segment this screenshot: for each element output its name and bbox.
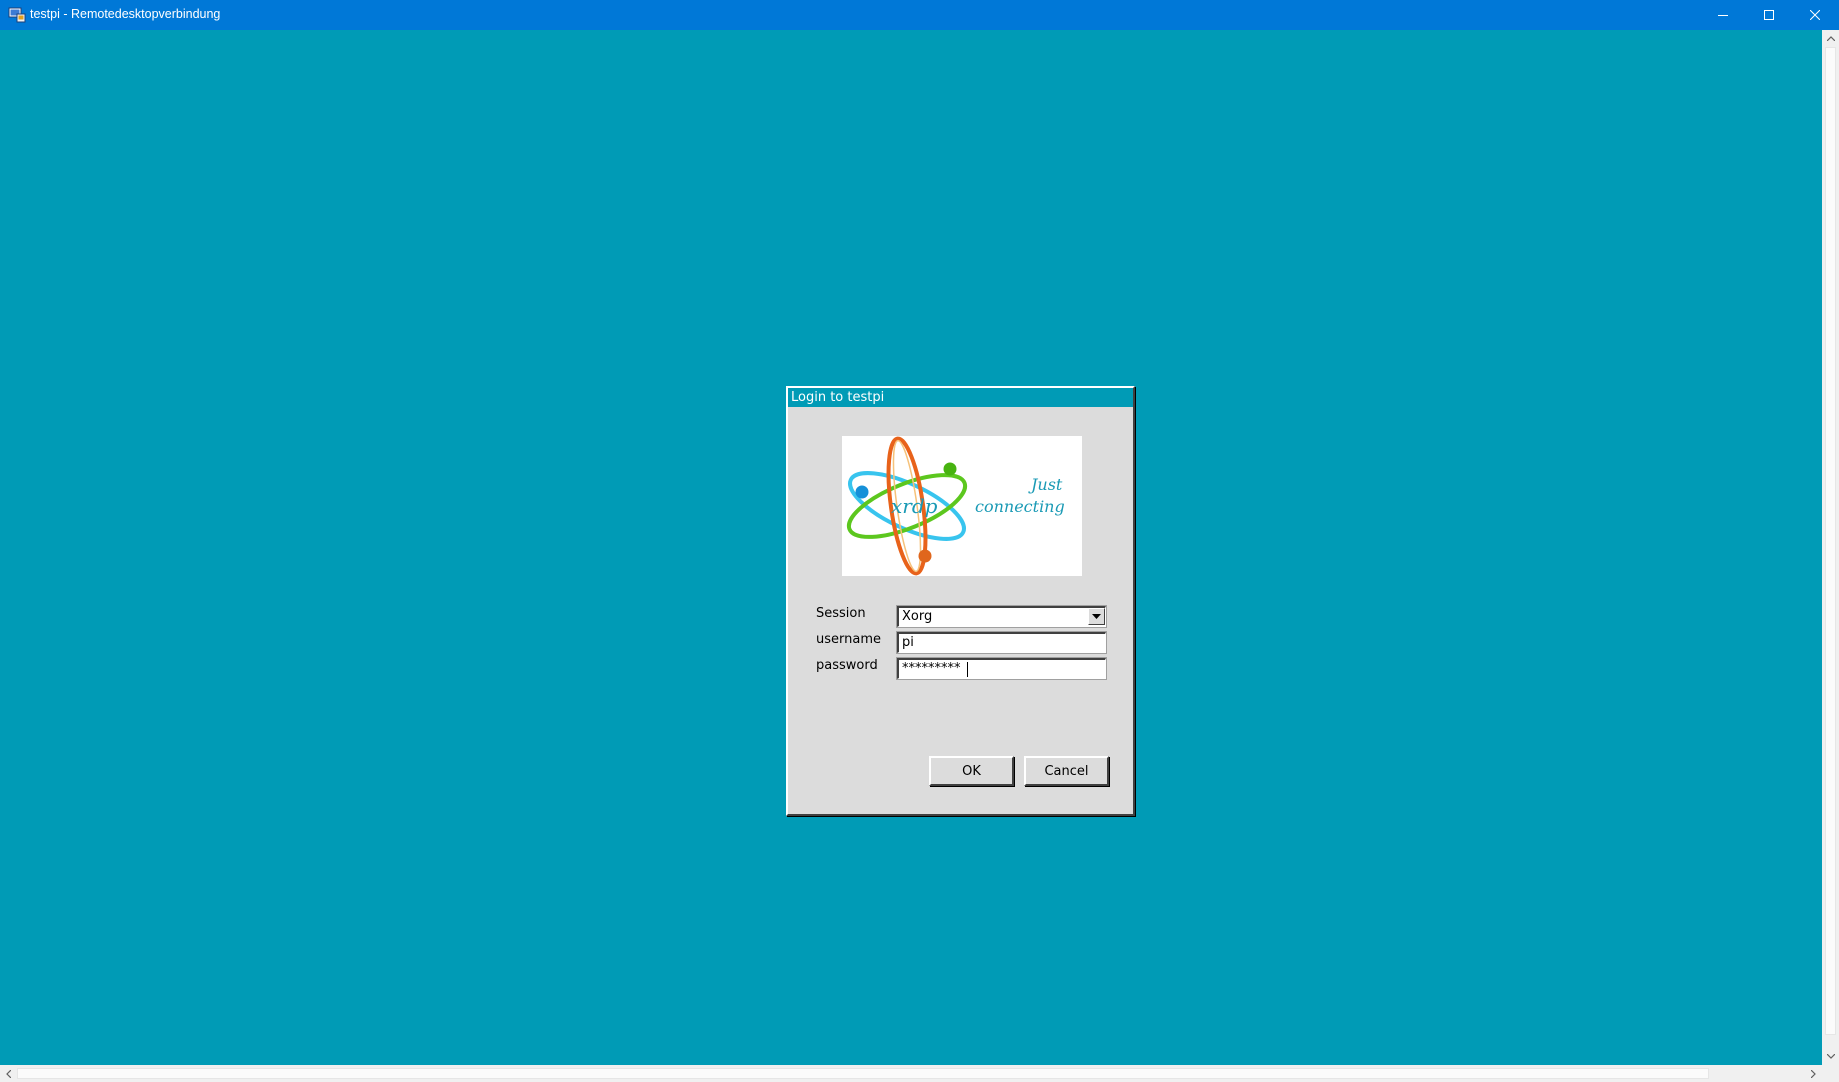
horizontal-scroll-thumb[interactable] (17, 1068, 1709, 1079)
logo-slogan-line2: connecting (975, 497, 1065, 516)
session-select[interactable]: Xorg (896, 605, 1107, 628)
logo-slogan-line1: Just (1031, 475, 1063, 494)
scrollbar-corner (1822, 1065, 1839, 1082)
username-label: username (816, 632, 881, 647)
scroll-up-button[interactable] (1822, 30, 1839, 47)
chevron-up-icon (1826, 36, 1835, 41)
window-titlebar[interactable]: testpi - Remotedesktopverbindung (0, 0, 1839, 30)
username-input[interactable]: pi (896, 631, 1107, 654)
close-button[interactable] (1792, 0, 1838, 30)
logo-brand-text: xrdp (891, 494, 938, 518)
dialog-title: Login to testpi (791, 390, 885, 405)
chevron-left-icon (6, 1069, 11, 1078)
session-label: Session (816, 606, 866, 621)
chevron-down-icon (1826, 1054, 1835, 1059)
session-value: Xorg (902, 609, 933, 624)
ok-button[interactable]: OK (929, 756, 1014, 786)
session-dropdown-button[interactable] (1088, 608, 1105, 625)
password-input[interactable]: ********* (896, 657, 1107, 680)
scroll-right-button[interactable] (1805, 1065, 1822, 1082)
close-icon (1810, 10, 1820, 20)
vertical-scrollbar[interactable] (1822, 30, 1839, 1065)
chevron-down-icon (1092, 613, 1101, 619)
minimize-button[interactable] (1700, 0, 1746, 30)
maximize-icon (1764, 10, 1774, 20)
horizontal-scrollbar[interactable] (0, 1065, 1822, 1082)
maximize-button[interactable] (1746, 0, 1792, 30)
password-value: ********* (902, 661, 961, 676)
cancel-button[interactable]: Cancel (1024, 756, 1109, 786)
dialog-titlebar[interactable]: Login to testpi (788, 388, 1133, 407)
remote-desktop-area: Login to testpi xrdp Just connecting Ses… (0, 30, 1822, 1065)
username-value: pi (902, 635, 914, 650)
login-dialog: Login to testpi xrdp Just connecting Ses… (786, 386, 1135, 816)
vertical-scroll-thumb[interactable] (1825, 47, 1836, 1035)
xrdp-logo: xrdp Just connecting (842, 436, 1082, 576)
window-title: testpi - Remotedesktopverbindung (30, 7, 221, 21)
chevron-right-icon (1811, 1069, 1816, 1078)
minimize-icon (1718, 15, 1728, 16)
password-label: password (816, 658, 878, 673)
text-caret (967, 662, 968, 677)
remote-desktop-icon (8, 6, 26, 24)
scroll-down-button[interactable] (1822, 1048, 1839, 1065)
scroll-left-button[interactable] (0, 1065, 17, 1082)
